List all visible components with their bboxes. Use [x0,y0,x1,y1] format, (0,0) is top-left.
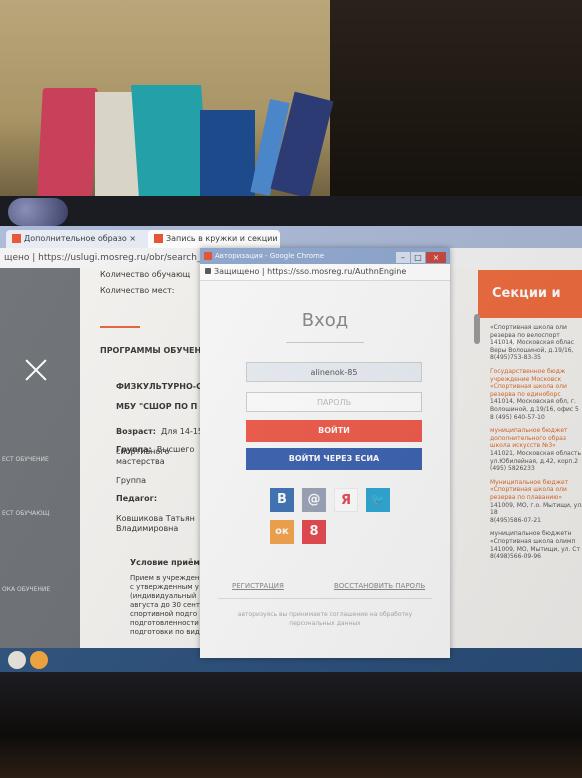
page-line: Группа [116,476,147,485]
page-line: Количество мест: [100,286,175,295]
right-list-line: резерва по велоспорт [490,331,560,339]
teacher-label: Педагог: [116,494,158,503]
yandex-icon[interactable]: Я [334,488,358,512]
page-line: Количество обучающ [100,270,191,279]
accent-divider [100,326,140,328]
minimize-icon[interactable]: – [396,252,410,263]
binder [37,88,98,196]
right-list-line: 8(495)753-83-35 [490,354,542,362]
page-line: спортивного [116,447,170,456]
right-list-line: 8 (495) 640-57-10 [490,413,545,421]
login-heading: Вход [301,310,349,331]
browser-taskbar-icon[interactable] [30,651,48,669]
auth-popup-window: Авторизация - Google Chrome – □ × Защищено… [200,248,450,658]
right-list-line: 18 [490,509,498,517]
popup-address-bar[interactable]: Защищено | https://sso.mosreg.ru/AuthnEn… [200,264,450,281]
lock-icon [205,268,211,274]
site-favicon [154,234,163,243]
binder [131,85,209,197]
right-list-line: резерва по единоборс [490,390,561,398]
right-list-line: муниципальное бюджет [490,427,568,435]
close-icon[interactable] [24,358,48,382]
password-input[interactable]: ПАРОЛЬ [246,392,422,412]
age-row: Возраст: Для 14-15 [116,427,204,436]
close-window-icon[interactable]: × [426,252,446,263]
right-list-line: учреждение Московск [490,375,562,383]
right-list-line: школа искусств №3» [490,442,556,450]
sidebar-item[interactable]: ОКА ОБУЧЕНИЕ [2,586,50,593]
right-list-line: дополнительного образ [490,434,566,442]
login-button[interactable]: ВОЙТИ [246,420,422,442]
page-line: мастерства [116,457,165,466]
window-controls: – □ × [395,250,446,263]
right-banner: Секции и кру [478,270,582,349]
section-title: ПРОГРАММЫ ОБУЧЕН [100,346,202,355]
dark-shelf [330,0,582,200]
page-line: августа до 30 сент [130,601,200,609]
right-list-line: «Спортивная школа олимп [490,538,576,545]
tab-zapis-v-kruzhki[interactable]: Запись в кружки и секции × [148,230,280,248]
mail-icon[interactable]: @ [302,488,326,512]
twitter-icon[interactable]: 🐦 [366,488,390,512]
heading-underline [286,342,364,343]
odnoklassniki-icon[interactable]: ок [270,520,294,544]
right-list-line: Волошиной, д.19/16, офис 5 [490,406,579,413]
monitor-bezel-bottom [0,672,582,778]
popup-titlebar[interactable]: Авторизация - Google Chrome – □ × [200,248,450,264]
right-list-line: «Спортивная школа оли [490,324,567,331]
google-plus-icon[interactable]: 8 [302,520,326,544]
page-line: подготовленности [130,619,199,627]
teacher-name: Ковшикова Татьян [116,514,195,523]
chrome-taskbar-icon[interactable] [8,651,26,669]
right-list-line: Муниципальное бюджет [490,478,569,486]
right-list-line: «Спортивная школа оли [490,486,567,494]
page-line: подготовки по вид [130,628,200,636]
right-list-line: (495) 5826233 [490,465,535,473]
site-favicon [204,252,212,260]
page-line: с утвержденным у [130,583,199,591]
right-list-line: Государственное бюдж [490,368,566,375]
sidebar-item[interactable]: ЕСТ ОБУЧЕНИЕ [2,456,49,463]
admission-title: Условие приёма [130,558,206,567]
register-link[interactable]: РЕГИСТРАЦИЯ [232,582,284,590]
binder [200,110,255,196]
right-list-line: 141014, Московская облас [490,339,574,347]
footer-divider [218,598,432,599]
site-favicon [12,234,21,243]
right-list-line: ул.Юбилейная, д.42, корп.2 [490,457,579,465]
right-list-line: 141009, МО, г.о. Мытищи, ул. [490,501,582,509]
page-scrollbar[interactable] [474,314,480,344]
maximize-icon[interactable]: □ [411,252,425,263]
right-list-line: «Спортивная школа оли [490,383,567,391]
browser-tab-bar: Дополнительное образо × Запись в кружки … [0,226,582,248]
right-list-line: Веры Волошиной, д.19/16, [490,346,574,354]
right-list-line: 8(495)586-07-21 [490,516,542,524]
page-line: спортивной подго [130,610,198,618]
sidebar-item[interactable]: ЕСТ ОБУЧАЮЩ [2,510,49,517]
right-list-line: 8(498)566-09-96 [490,553,542,561]
program-title: ФИЗКУЛЬТУРНО-СП [116,382,209,391]
organization-name: МБУ "СШОР ПО П [116,402,198,411]
right-list-line: муниципальное бюджетн [490,530,572,538]
page-line: Прием в учрежден [130,574,200,582]
login-input[interactable]: alinenok-85 [246,362,422,382]
tab-dop-obrazovanie[interactable]: Дополнительное образо × [6,230,156,248]
right-list-line: резерва по плаванию» [490,494,563,501]
monitor-bezel-top [0,196,582,226]
sidebar: ЕСТ ОБУЧЕНИЕ ЕСТ ОБУЧАЮЩ ОКА ОБУЧЕНИЕ [0,268,80,648]
esia-login-button[interactable]: ВОЙТИ ЧЕРЕЗ ЕСИА [246,448,422,470]
right-list-line: 141014, Московская обл, г. [490,398,576,406]
right-list-line: 141009, МО, Мытищи, ул. Ст [490,545,580,553]
monitor-screen: Дополнительное образо × Запись в кружки … [0,226,582,672]
restore-password-link[interactable]: ВОССТАНОВИТЬ ПАРОЛЬ [334,582,425,590]
page-line: (индивидуальный [130,592,197,600]
right-list-line: 141021, Московская область [490,450,582,457]
os-start-orb [8,198,68,226]
consent-text: авторизуясь вы принимаете соглашение на … [237,611,413,627]
vk-icon[interactable]: В [270,488,294,512]
teacher-name: Владимировна [116,524,179,533]
